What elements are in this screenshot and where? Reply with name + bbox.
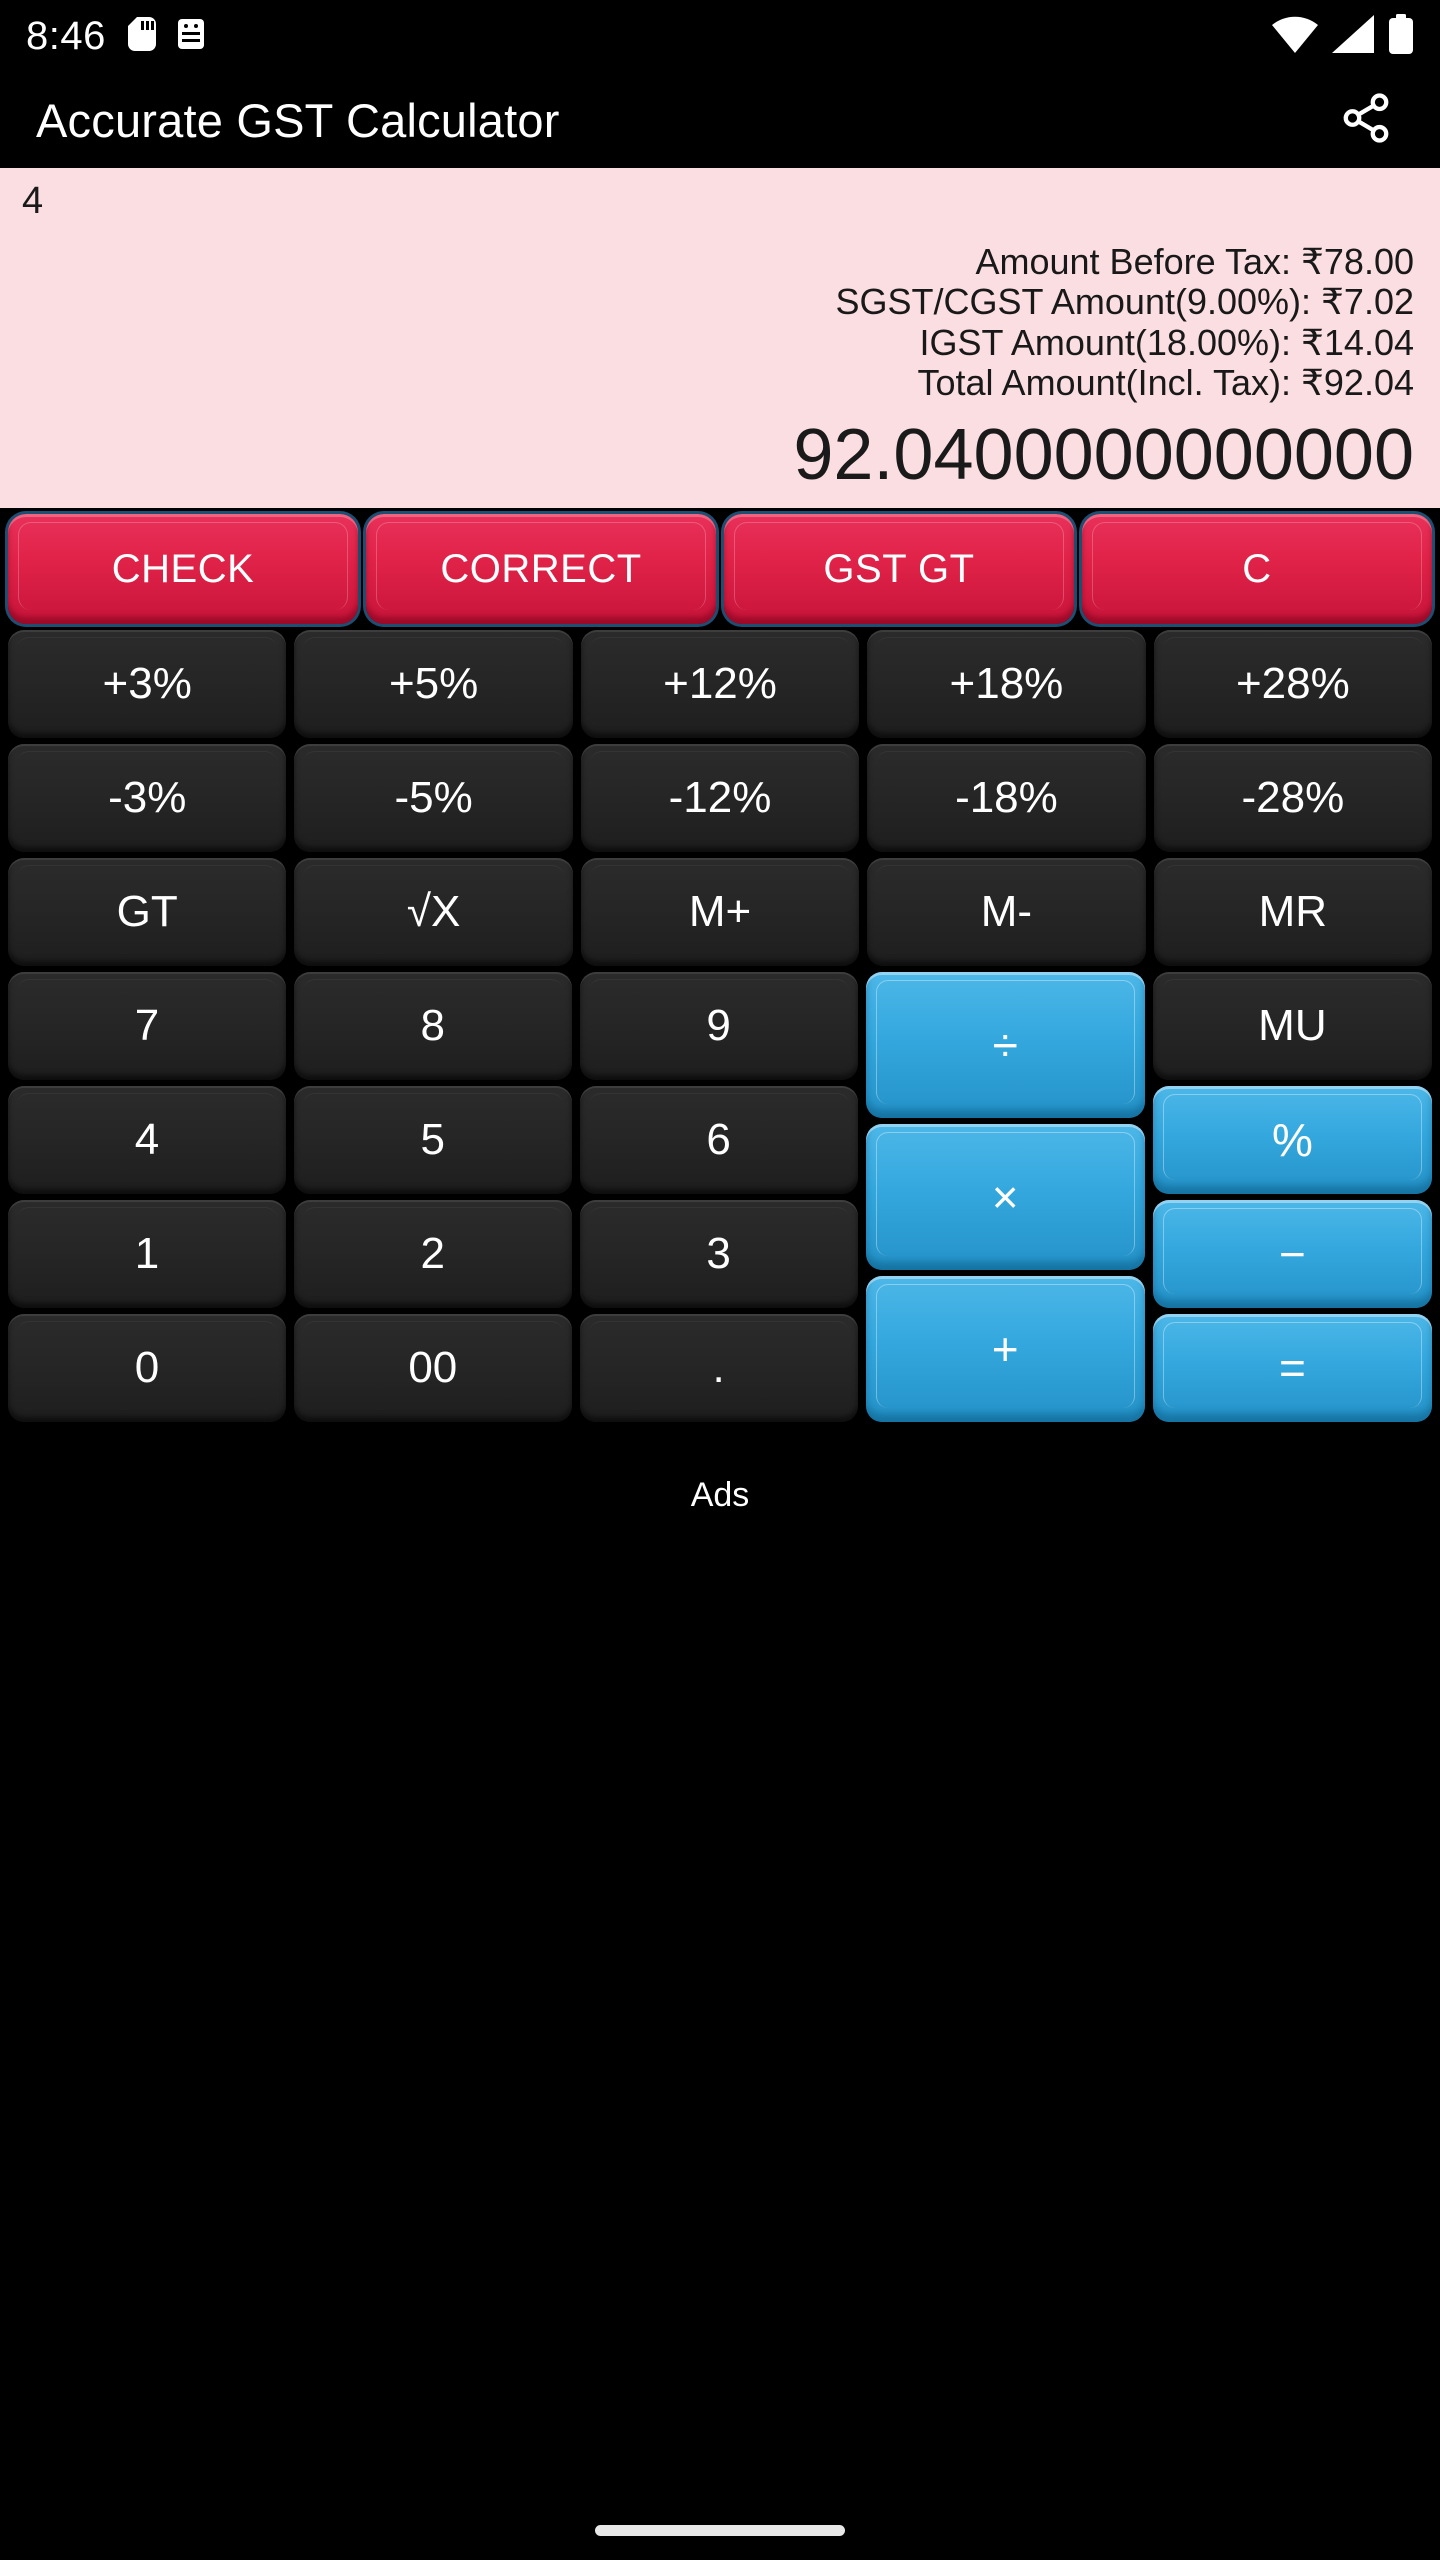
plus-18-percent-button[interactable]: +18% xyxy=(867,630,1146,738)
status-bar-clock: 8:46 xyxy=(26,14,106,58)
app-title: Accurate GST Calculator xyxy=(36,93,560,147)
status-bar-right-icons xyxy=(1272,13,1414,59)
display-result-value: 92.0400000000000 xyxy=(793,415,1414,496)
correct-button[interactable]: CORRECT xyxy=(366,514,716,624)
check-button[interactable]: CHECK xyxy=(8,514,358,624)
status-bar: 8:46 xyxy=(0,0,1440,72)
minus-18-percent-button[interactable]: -18% xyxy=(867,744,1146,852)
operator-block: ÷ × + MU % − = xyxy=(865,972,1432,1422)
minus-percent-row: -3% -5% -12% -18% -28% xyxy=(8,744,1433,852)
digit-1-button[interactable]: 1 xyxy=(8,1200,286,1308)
multiply-button[interactable]: × xyxy=(865,1124,1145,1270)
grand-total-button[interactable]: GT xyxy=(8,858,287,966)
digit-5-button[interactable]: 5 xyxy=(293,1086,572,1194)
plus-percent-row: +3% +5% +12% +18% +28% xyxy=(8,630,1433,738)
ads-banner[interactable]: Ads xyxy=(0,1476,1440,1596)
digit-2-button[interactable]: 2 xyxy=(293,1200,572,1308)
digit-row-789: 7 8 9 xyxy=(8,972,858,1080)
percent-button[interactable]: % xyxy=(1152,1086,1432,1194)
minus-28-percent-button[interactable]: -28% xyxy=(1153,744,1433,852)
digit-7-button[interactable]: 7 xyxy=(8,972,286,1080)
calculator-display[interactable]: 4 Amount Before Tax: ₹78.00 SGST/CGST Am… xyxy=(0,168,1440,508)
digit-6-button[interactable]: 6 xyxy=(579,1086,858,1194)
digit-row-456: 4 5 6 xyxy=(8,1086,858,1194)
divide-button[interactable]: ÷ xyxy=(865,972,1145,1118)
operator-column-right: MU % − = xyxy=(1152,972,1432,1422)
app-bar: Accurate GST Calculator xyxy=(0,72,1440,168)
operator-column-left: ÷ × + xyxy=(865,972,1145,1422)
ads-label: Ads xyxy=(690,1476,750,1514)
digit-00-button[interactable]: 00 xyxy=(293,1314,572,1422)
digit-grid: 7 8 9 4 5 6 1 2 3 0 00 . xyxy=(8,972,858,1422)
plus-button[interactable]: + xyxy=(865,1276,1145,1422)
home-indicator[interactable] xyxy=(595,2525,845,2536)
igst-amount-line: IGST Amount(18.00%): ₹14.04 xyxy=(919,321,1414,363)
memory-row: GT √X M+ M- MR xyxy=(8,858,1433,966)
amount-before-tax-line: Amount Before Tax: ₹78.00 xyxy=(975,240,1414,282)
wifi-icon xyxy=(1272,15,1318,58)
digit-row-0-00-dot: 0 00 . xyxy=(8,1314,858,1422)
sd-card-icon xyxy=(127,16,156,56)
memory-plus-button[interactable]: M+ xyxy=(580,858,860,966)
decimal-point-button[interactable]: . xyxy=(579,1314,858,1422)
clear-button[interactable]: C xyxy=(1082,514,1432,624)
plus-3-percent-button[interactable]: +3% xyxy=(8,630,287,738)
minus-3-percent-button[interactable]: -3% xyxy=(8,744,287,852)
digit-8-button[interactable]: 8 xyxy=(293,972,572,1080)
battery-icon xyxy=(1388,13,1414,59)
lower-keypad-grid: 7 8 9 4 5 6 1 2 3 0 00 . ÷ × + MU % − = xyxy=(8,972,1432,1422)
minus-12-percent-button[interactable]: -12% xyxy=(580,744,860,852)
digit-9-button[interactable]: 9 xyxy=(579,972,858,1080)
digit-3-button[interactable]: 3 xyxy=(579,1200,858,1308)
signal-icon xyxy=(1332,14,1374,58)
share-button[interactable] xyxy=(1328,82,1404,158)
share-icon xyxy=(1339,89,1393,152)
memory-recall-button[interactable]: MR xyxy=(1153,858,1433,966)
tax-breakdown: Amount Before Tax: ₹78.00 SGST/CGST Amou… xyxy=(22,240,1415,403)
minus-5-percent-button[interactable]: -5% xyxy=(294,744,573,852)
digit-0-button[interactable]: 0 xyxy=(8,1314,286,1422)
plus-28-percent-button[interactable]: +28% xyxy=(1153,630,1433,738)
minus-button[interactable]: − xyxy=(1152,1200,1432,1308)
keypad: CHECK CORRECT GST GT C +3% +5% +12% +18%… xyxy=(0,508,1440,1422)
plus-5-percent-button[interactable]: +5% xyxy=(294,630,573,738)
status-bar-left-icons xyxy=(127,16,204,56)
digit-row-123: 1 2 3 xyxy=(8,1200,858,1308)
plus-12-percent-button[interactable]: +12% xyxy=(580,630,860,738)
square-root-button[interactable]: √X xyxy=(294,858,573,966)
digit-4-button[interactable]: 4 xyxy=(8,1086,286,1194)
function-row: CHECK CORRECT GST GT C xyxy=(8,514,1432,624)
home-indicator-area xyxy=(0,2525,1440,2536)
total-amount-line: Total Amount(Incl. Tax): ₹92.04 xyxy=(917,361,1415,403)
memory-minus-button[interactable]: M- xyxy=(867,858,1146,966)
sgst-cgst-amount-line: SGST/CGST Amount(9.00%): ₹7.02 xyxy=(835,281,1414,323)
android-debug-icon xyxy=(177,17,204,56)
display-memo-value: 4 xyxy=(22,180,44,222)
markup-button[interactable]: MU xyxy=(1152,972,1432,1080)
equals-button[interactable]: = xyxy=(1152,1314,1432,1422)
gst-gt-button[interactable]: GST GT xyxy=(724,514,1074,624)
